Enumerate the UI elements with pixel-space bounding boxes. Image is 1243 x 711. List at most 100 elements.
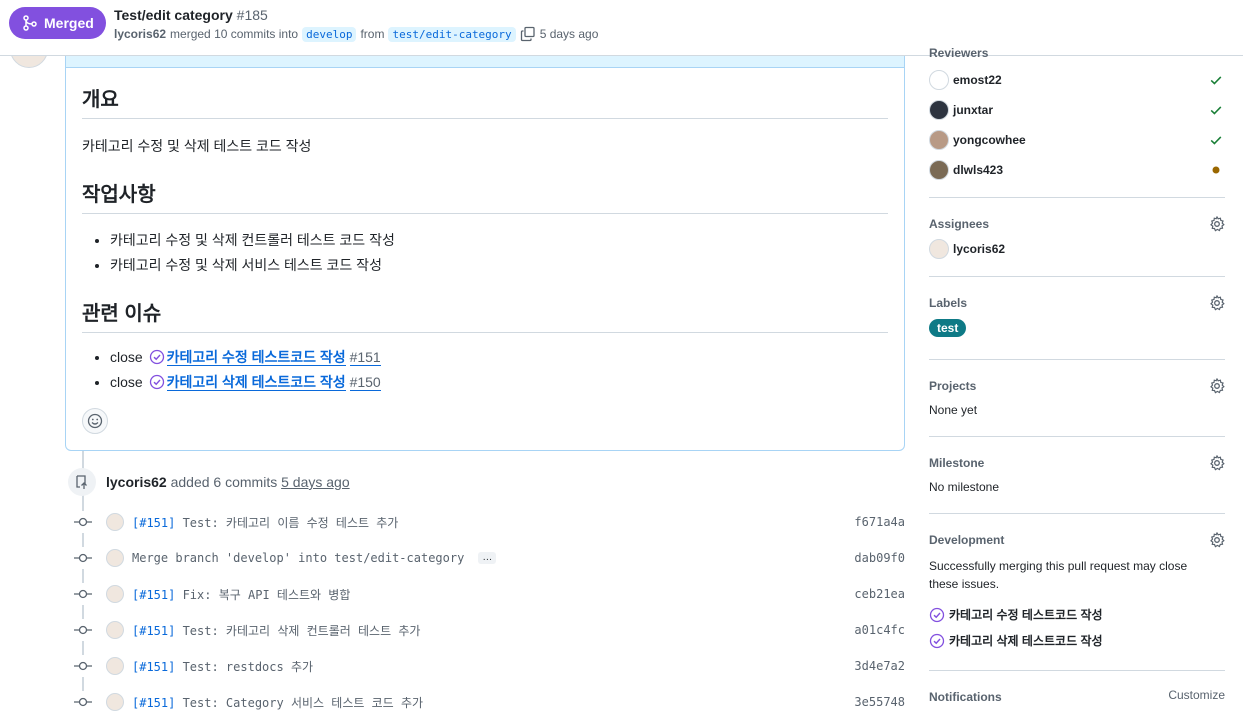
milestone-value: No milestone (929, 480, 1000, 494)
commit-sha[interactable]: 3e55748 (854, 695, 905, 709)
issue-number[interactable]: #151 (349, 349, 381, 366)
commit-author-avatar[interactable] (106, 549, 124, 567)
commit-row: [#151] Test: Category 서비스 테스트 코드 추가 3e55… (72, 691, 905, 711)
reviewer-row[interactable]: junxtar (929, 100, 1225, 120)
gear-icon[interactable] (1209, 295, 1225, 311)
assignee-row[interactable]: lycoris62 (929, 239, 1225, 259)
commit-dot-icon (72, 511, 94, 533)
issue-link[interactable]: 카테고리 삭제 테스트코드 작성 (166, 374, 346, 391)
event-author-link[interactable]: lycoris62 (106, 474, 167, 490)
event-text: added 6 commits (170, 474, 278, 490)
issue-closed-icon (929, 633, 945, 648)
dev-issue-title[interactable]: 카테고리 삭제 테스트코드 작성 (949, 632, 1103, 649)
expand-commit-button[interactable]: … (478, 552, 497, 564)
commit-message[interactable]: [#151] Test: Category 서비스 테스트 코드 추가 (132, 694, 423, 711)
label-test[interactable]: test (929, 319, 967, 337)
commit-row: [#151] Test: restdocs 추가 3d4e7a2 (72, 655, 905, 677)
issue-list: close 카테고리 수정 테스트코드 작성 #151 close 카테고리 삭… (110, 347, 381, 397)
gear-icon[interactable] (1209, 216, 1225, 232)
commit-issue-ref[interactable]: [#151] (132, 696, 175, 710)
notifications-header: Notifications Customize (929, 688, 1225, 704)
reviewer-name[interactable]: dlwls423 (953, 163, 1003, 177)
commit-message[interactable]: [#151] Test: 카테고리 이름 수정 테스트 추가 (132, 514, 398, 531)
sidebar-divider (929, 670, 1225, 671)
commit-message[interactable]: [#151] Fix: 복구 API 테스트와 병합 (132, 586, 350, 603)
reviewers-title: Reviewers (929, 46, 989, 60)
pr-author-link[interactable]: lycoris62 (114, 27, 166, 41)
commit-row: [#151] Test: 카테고리 삭제 컨트롤러 테스트 추가 a01c4fc (72, 619, 905, 641)
sidebar-divider (929, 359, 1225, 360)
commit-sha[interactable]: a01c4fc (854, 623, 905, 637)
commit-author-avatar[interactable] (106, 621, 124, 639)
reviewer-row[interactable]: yongcowhee (929, 130, 1225, 150)
issue-number[interactable]: #150 (349, 374, 381, 391)
event-time-link[interactable]: 5 days ago (281, 474, 350, 490)
gear-icon[interactable] (1209, 378, 1225, 394)
merged-status-badge: Merged (9, 7, 106, 39)
dev-issue-title[interactable]: 카테고리 수정 테스트코드 작성 (949, 606, 1103, 623)
approved-check-icon (1210, 136, 1222, 145)
issue-link[interactable]: 카테고리 수정 테스트코드 작성 (166, 349, 346, 366)
commit-issue-ref[interactable]: [#151] (132, 624, 175, 638)
customize-link[interactable]: Customize (1168, 688, 1225, 702)
commit-message-text[interactable]: Test: 카테고리 이름 수정 테스트 추가 (175, 516, 399, 530)
commit-sha[interactable]: dab09f0 (854, 551, 905, 565)
development-text: Successfully merging this pull request m… (929, 559, 1188, 591)
commit-message[interactable]: Merge branch 'develop' into test/edit-ca… (132, 551, 464, 565)
reviewer-avatar (929, 160, 949, 180)
reviewers-section: Reviewers (929, 46, 1225, 60)
commit-message-text[interactable]: Test: Category 서비스 테스트 코드 추가 (175, 696, 423, 710)
reviewer-row[interactable]: emost22 (929, 70, 1225, 90)
head-branch[interactable]: test/edit-category (388, 26, 516, 42)
issue-prefix: close (110, 374, 143, 390)
gear-icon[interactable] (1209, 532, 1225, 548)
commit-row: [#151] Fix: 복구 API 테스트와 병합 ceb21ea (72, 583, 905, 605)
commit-dot-icon (72, 547, 94, 569)
approved-check-icon (1210, 76, 1222, 85)
commit-sha[interactable]: 3d4e7a2 (854, 659, 905, 673)
commit-message[interactable]: [#151] Test: 카테고리 삭제 컨트롤러 테스트 추가 (132, 622, 420, 639)
sidebar-divider (929, 436, 1225, 437)
commit-message-text[interactable]: Merge branch 'develop' into test/edit-ca… (132, 551, 464, 565)
dev-issue-link[interactable]: 카테고리 삭제 테스트코드 작성 (929, 632, 1103, 649)
repo-push-icon (68, 468, 96, 496)
heading-work: 작업사항 (82, 178, 888, 214)
assignee-name[interactable]: lycoris62 (953, 242, 1005, 256)
commit-message[interactable]: [#151] Test: restdocs 추가 (132, 658, 313, 675)
commit-author-avatar[interactable] (106, 657, 124, 675)
sidebar-divider (929, 197, 1225, 198)
issue-closed-icon (149, 374, 164, 390)
base-branch[interactable]: develop (302, 26, 357, 42)
commit-message-text[interactable]: Fix: 복구 API 테스트와 병합 (175, 588, 351, 602)
commit-dot-icon (72, 583, 94, 605)
issue-item: close 카테고리 수정 테스트코드 작성 #151 (110, 347, 381, 372)
issue-closed-icon (149, 349, 164, 365)
issue-item: close 카테고리 삭제 테스트코드 작성 #150 (110, 372, 381, 397)
dev-issue-link[interactable]: 카테고리 수정 테스트코드 작성 (929, 606, 1103, 623)
labels-header: Labels (929, 294, 1225, 311)
commit-author-avatar[interactable] (106, 585, 124, 603)
commit-author-avatar[interactable] (106, 693, 124, 711)
commit-message-text[interactable]: Test: restdocs 추가 (175, 660, 313, 674)
pr-description-comment: 개요 카테고리 수정 및 삭제 테스트 코드 작성 작업사항 카테고리 수정 및… (65, 40, 905, 451)
copy-icon[interactable] (520, 26, 536, 42)
commit-author-avatar[interactable] (106, 513, 124, 531)
heading-issues: 관련 이슈 (82, 297, 888, 333)
commit-dot-icon (72, 619, 94, 641)
commit-sha[interactable]: ceb21ea (854, 587, 905, 601)
reviewer-name[interactable]: emost22 (953, 73, 1002, 87)
reviewer-row[interactable]: dlwls423 (929, 160, 1225, 180)
commit-issue-ref[interactable]: [#151] (132, 516, 175, 530)
commit-message-text[interactable]: Test: 카테고리 삭제 컨트롤러 테스트 추가 (175, 624, 421, 638)
add-reaction-button[interactable] (82, 408, 108, 434)
gear-icon[interactable] (1209, 455, 1225, 471)
commit-sha[interactable]: f671a4a (854, 515, 905, 529)
sidebar-divider (929, 276, 1225, 277)
reviewer-name[interactable]: junxtar (953, 103, 993, 117)
milestone-title: Milestone (929, 456, 985, 470)
commit-issue-ref[interactable]: [#151] (132, 588, 175, 602)
projects-header: Projects (929, 377, 1225, 394)
reviewer-name[interactable]: yongcowhee (953, 133, 1026, 147)
assignees-header: Assignees (929, 215, 1225, 232)
commit-issue-ref[interactable]: [#151] (132, 660, 175, 674)
